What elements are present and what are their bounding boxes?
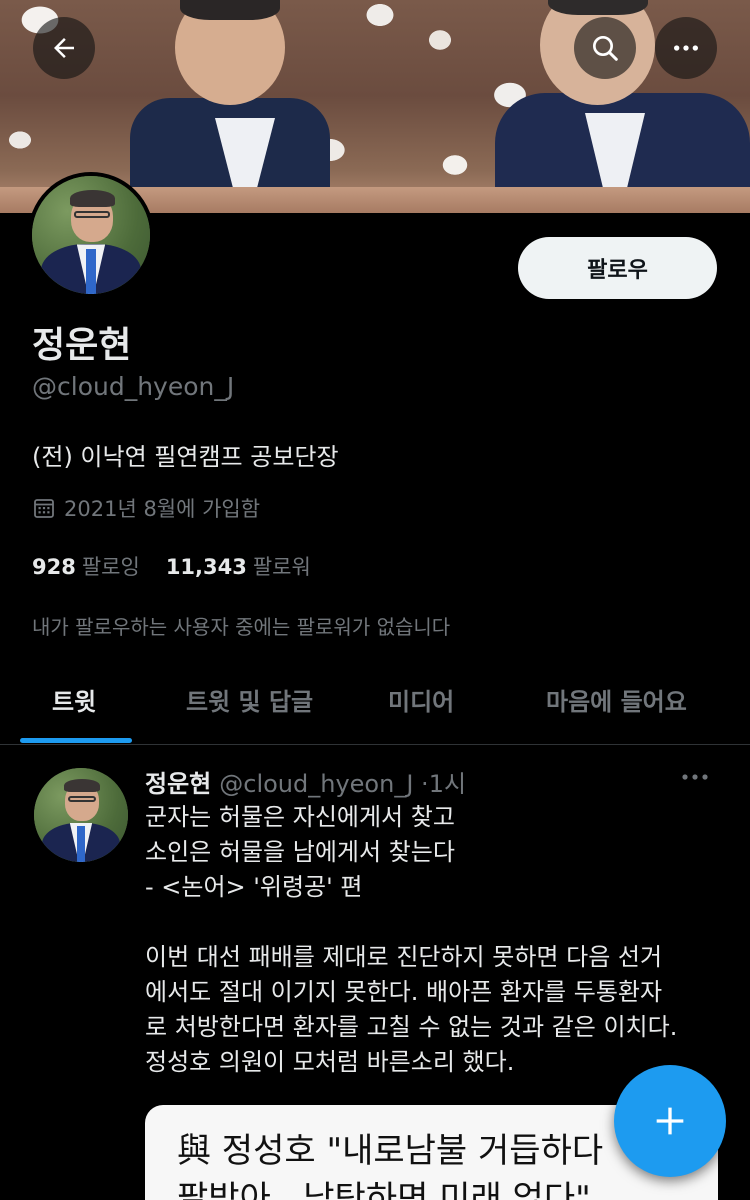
profile-bio: (전) 이낙연 필연캠프 공보단장 <box>32 443 339 471</box>
follow-stats: 928 팔로잉 11,343 팔로워 <box>32 551 311 581</box>
tweet-author-name[interactable]: 정운현 <box>145 770 211 798</box>
search-icon <box>593 36 618 61</box>
profile-tabs: 트윗 트윗 및 답글 미디어 마음에 들어요 <box>0 660 750 745</box>
profile-name: 정운현 <box>32 325 132 366</box>
following-label: 팔로잉 <box>81 555 140 579</box>
active-tab-indicator <box>20 738 132 743</box>
join-date-text: 2021년 8월에 가입함 <box>64 497 261 521</box>
tweet-text: 군자는 허물은 자신에게서 찾고 소인은 허물을 남에게서 찾는다 - <논어>… <box>145 803 678 1076</box>
calendar-icon <box>34 499 54 518</box>
avatar-glasses <box>74 211 110 219</box>
avatar-tie <box>77 826 85 862</box>
tab-tweets[interactable]: 트윗 <box>52 682 96 717</box>
link-card-headline-1: 與 정성호 "내로남불 거듭하다 <box>177 1131 604 1171</box>
avatar-hair <box>64 779 100 793</box>
profile-avatar[interactable] <box>28 172 154 298</box>
more-horizontal-icon <box>674 45 698 51</box>
search-button[interactable] <box>574 17 636 79</box>
more-options-button[interactable] <box>655 17 717 79</box>
avatar-tie <box>86 249 96 294</box>
following-count: 928 <box>32 555 76 579</box>
avatar-hair <box>69 190 115 207</box>
followers-label: 팔로워 <box>252 555 311 579</box>
tab-media[interactable]: 미디어 <box>388 682 454 717</box>
banner-person-left-hair <box>180 0 280 20</box>
followers-link[interactable]: 11,343 팔로워 <box>166 551 311 581</box>
avatar-glasses <box>67 796 97 802</box>
tweet-more-button[interactable] <box>680 764 710 794</box>
arrow-left-icon <box>54 38 74 58</box>
followers-count: 11,343 <box>165 555 247 579</box>
tab-likes[interactable]: 마음에 들어요 <box>546 682 687 717</box>
tab-tweets-and-replies[interactable]: 트윗 및 답글 <box>186 682 313 717</box>
mutual-followers-note: 내가 팔로우하는 사용자 중에는 팔로워가 없습니다 <box>32 615 451 639</box>
back-button[interactable] <box>33 17 95 79</box>
tweet-time[interactable]: 1시 <box>429 770 466 798</box>
follow-button[interactable]: 팔로우 <box>518 237 717 299</box>
compose-tweet-button[interactable] <box>614 1065 726 1177</box>
more-horizontal-icon <box>682 774 708 780</box>
tweet-header: 정운현 @cloud_hyeon_J ·1시 <box>145 764 466 799</box>
following-link[interactable]: 928 팔로잉 <box>32 551 140 581</box>
join-date: 2021년 8월에 가입함 <box>32 493 260 523</box>
plus-icon <box>656 1107 684 1135</box>
profile-handle: @cloud_hyeon_J <box>32 372 235 401</box>
tweet-author-handle[interactable]: @cloud_hyeon_J <box>219 770 413 798</box>
tweet-separator: · <box>421 770 429 798</box>
tweet-author-avatar[interactable] <box>34 768 128 862</box>
banner-person-right-hair <box>548 0 648 15</box>
link-card-headline-2: 팔받아...남탓하면 미래 없다" <box>177 1179 591 1200</box>
